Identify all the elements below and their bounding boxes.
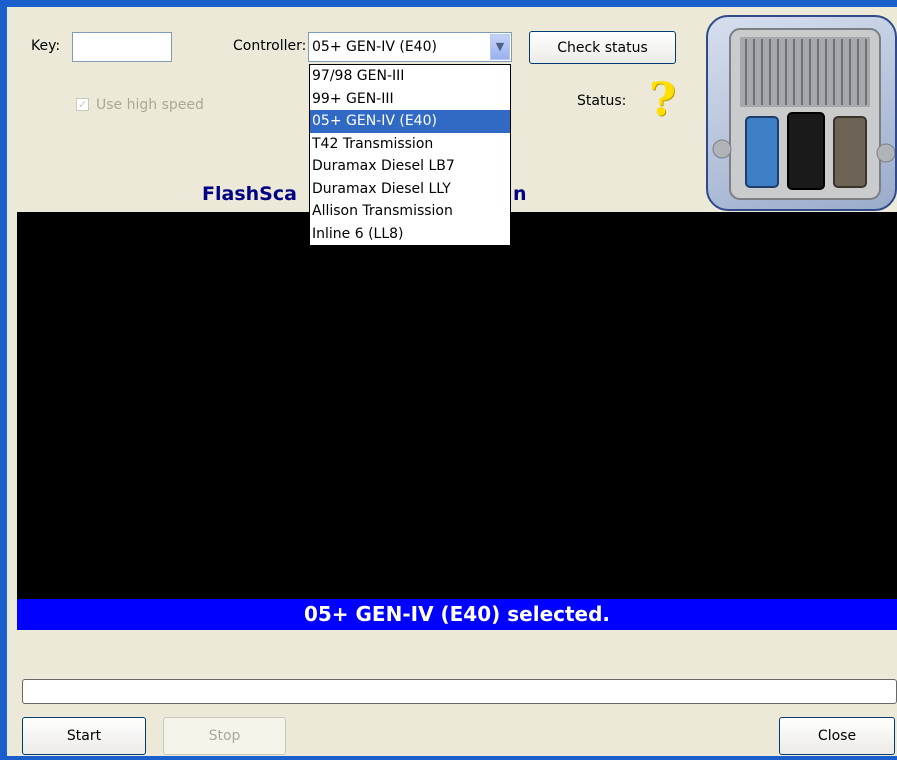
app-title-left: FlashSca [202,183,297,205]
dropdown-option-duramax-lb7[interactable]: Duramax Diesel LB7 [310,155,510,178]
question-mark-icon: ? [649,72,676,126]
chevron-down-icon[interactable]: ▼ [490,34,510,60]
console-output [17,212,897,599]
start-button[interactable]: Start [22,717,146,755]
dropdown-option-99-gen-iii[interactable]: 99+ GEN-III [310,88,510,111]
progress-bar [22,679,897,704]
dropdown-option-duramax-lly[interactable]: Duramax Diesel LLY [310,178,510,201]
dropdown-option-t42-transmission[interactable]: T42 Transmission [310,133,510,156]
dropdown-option-05-gen-iv-e40[interactable]: 05+ GEN-IV (E40) [310,110,510,133]
key-input[interactable] [72,32,172,62]
use-high-speed-checkbox[interactable]: ✓ [76,98,89,111]
dropdown-option-97-98-gen-iii[interactable]: 97/98 GEN-III [310,65,510,88]
key-label: Key: [31,38,61,54]
use-high-speed-label: Use high speed [96,97,204,113]
controller-selected-value: 05+ GEN-IV (E40) [312,39,437,55]
app-title-right: n [513,183,527,205]
status-message-banner: 05+ GEN-IV (E40) selected. [17,599,897,630]
ecm-module-image [706,15,897,211]
window-frame-bottom [0,756,897,760]
stop-button[interactable]: Stop [163,717,286,755]
controller-select[interactable]: 05+ GEN-IV (E40) ▼ [308,32,512,62]
dropdown-option-allison-transmission[interactable]: Allison Transmission [310,200,510,223]
controller-dropdown-list[interactable]: 97/98 GEN-III 99+ GEN-III 05+ GEN-IV (E4… [309,64,511,246]
close-button[interactable]: Close [779,717,895,755]
status-label: Status: [577,93,627,109]
controller-label: Controller: [233,38,307,54]
window-frame-left [0,0,7,760]
dropdown-option-inline-6-ll8[interactable]: Inline 6 (LL8) [310,223,510,246]
window-frame-top [0,0,897,7]
check-status-button[interactable]: Check status [529,31,676,64]
